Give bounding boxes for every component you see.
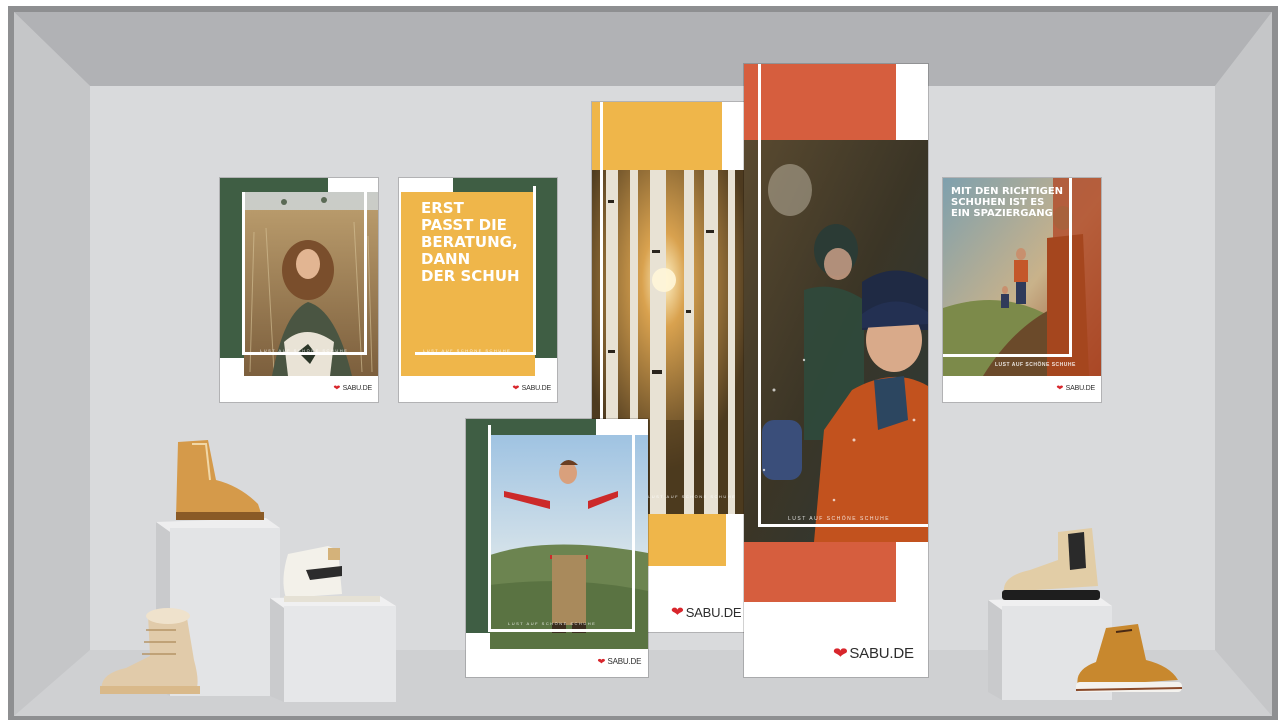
heart-icon: ❤ <box>832 645 848 662</box>
boy-red-jacket-photo <box>490 435 648 649</box>
shop-window-scene: LUST AUF SCHÖNE SCHUHE ❤ SABU.DE ERST PAS… <box>0 0 1282 724</box>
poster-frame-line <box>758 524 928 527</box>
headline-line: PASST DIE <box>421 216 507 235</box>
headline-line: SCHUHEN IST ES <box>951 197 1045 209</box>
headline-line: ERST <box>421 199 464 217</box>
beige-chelsea-boot <box>1002 528 1100 600</box>
poster-tagline: LUST AUF SCHÖNE SCHUHE <box>423 348 512 353</box>
heart-icon: ❤ <box>333 385 341 392</box>
brand-logo: ❤ SABU.DE <box>597 657 642 666</box>
heart-icon: ❤ <box>1056 385 1064 392</box>
poster-terracotta-band <box>744 542 896 602</box>
brand-name: SABU.DE <box>685 604 742 620</box>
poster-headline: ERST PASST DIE BERATUNG, DANN DER SCHUH <box>421 199 520 286</box>
poster-frame-line <box>943 354 1072 357</box>
headline-line: EIN SPAZIERGANG <box>951 208 1053 220</box>
brand-logo: ❤ SABU.DE <box>670 604 742 620</box>
poster-frame-line <box>488 425 491 631</box>
poster-color-band <box>220 178 328 192</box>
poster-frame-line <box>632 435 635 631</box>
poster-frame-line <box>1069 178 1072 356</box>
headline-line: DER SCHUH <box>421 267 520 286</box>
poster-headline: MIT DEN RICHTIGEN SCHUHEN IST ES EIN SPA… <box>951 186 1063 220</box>
poster-tagline: LUST AUF SCHÖNE SCHUHE <box>508 621 597 626</box>
poster-frame-line <box>758 64 761 526</box>
poster-terracotta-band <box>744 64 896 140</box>
brand-name: SABU.DE <box>342 384 373 392</box>
poster-tagline: LUST AUF SCHÖNE SCHUHE <box>788 516 891 522</box>
heart-icon: ❤ <box>512 385 520 392</box>
poster-tagline: LUST AUF SCHÖNE SCHUHE <box>995 362 1076 368</box>
poster-kids-snow: LUST AUF SCHÖNE SCHUHE ❤ SABU.DE <box>744 64 928 677</box>
poster-color-band <box>466 419 490 633</box>
brand-name: SABU.DE <box>1065 384 1096 392</box>
heart-icon: ❤ <box>597 657 606 666</box>
poster-frame-line <box>364 192 367 354</box>
poster-tagline: LUST AUF SCHÖNE SCHUHE <box>260 348 349 353</box>
headline-line: DANN <box>421 250 471 269</box>
poster-color-band <box>466 419 596 435</box>
poster-girl-field: LUST AUF SCHÖNE SCHUHE ❤ SABU.DE <box>220 178 378 402</box>
poster-mustard-band <box>592 102 722 170</box>
brand-name: SABU.DE <box>607 657 642 666</box>
poster-boy-red-jacket: LUST AUF SCHÖNE SCHUHE ❤ SABU.DE <box>466 419 648 677</box>
brand-name: SABU.DE <box>849 644 914 662</box>
brand-logo: ❤ SABU.DE <box>1056 384 1096 393</box>
poster-hikers: MIT DEN RICHTIGEN SCHUHEN IST ES EIN SPA… <box>943 178 1101 402</box>
brand-name: SABU.DE <box>521 384 552 392</box>
kids-snow-photo <box>744 140 928 542</box>
heart-icon: ❤ <box>670 604 684 619</box>
left-display <box>100 440 396 702</box>
display-cube-small <box>270 596 396 702</box>
white-sneaker-stripe <box>283 546 380 602</box>
right-display <box>988 528 1183 700</box>
poster-color-band <box>220 178 244 358</box>
brand-logo: ❤ SABU.DE <box>333 384 373 393</box>
poster-frame-line <box>488 629 635 632</box>
tan-lace-up-boot <box>176 440 264 520</box>
brand-logo: ❤ SABU.DE <box>832 644 914 663</box>
poster-text-beratung: ERST PASST DIE BERATUNG, DANN DER SCHUH … <box>399 178 557 402</box>
poster-tagline: LUST AUF SCHÖNE SCHUHE <box>648 494 737 499</box>
headline-line: BERATUNG, <box>421 233 518 252</box>
poster-frame-line <box>242 192 245 354</box>
brand-logo: ❤ SABU.DE <box>512 384 552 393</box>
headline-line: MIT DEN RICHTIGEN <box>951 186 1064 197</box>
poster-frame-line <box>533 186 536 354</box>
beige-fur-boot <box>100 608 200 694</box>
